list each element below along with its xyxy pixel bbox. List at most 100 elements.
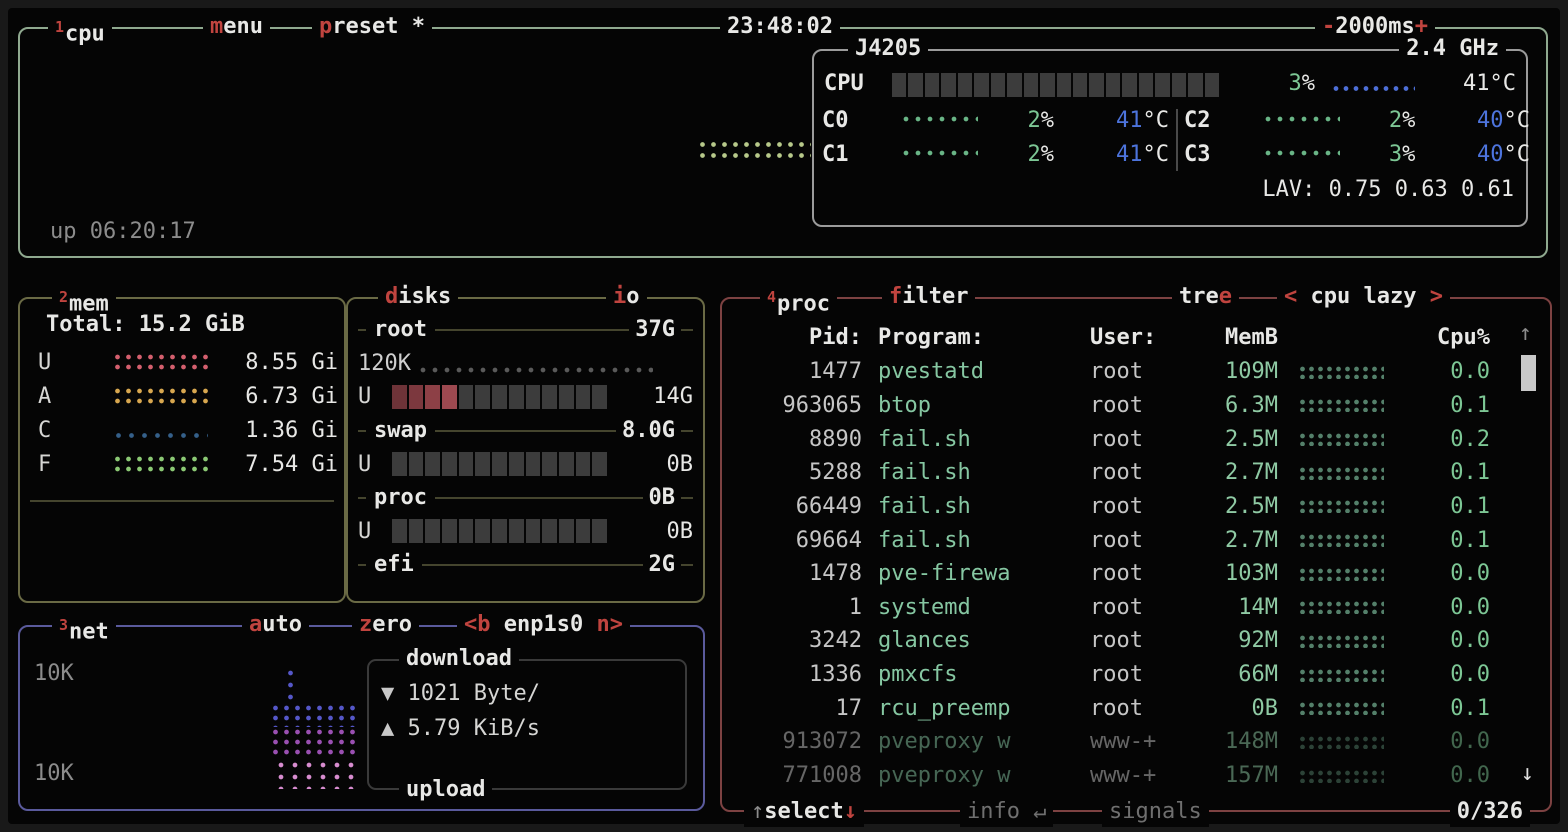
proc-select-control[interactable]: ↑select↓ bbox=[744, 797, 864, 827]
scroll-up-icon[interactable]: ↑ bbox=[1519, 321, 1532, 346]
process-row[interactable]: 5288fail.shroot2.7M0.1 bbox=[722, 456, 1550, 490]
interval-decrease-button[interactable]: - bbox=[1322, 14, 1335, 39]
disk-section-header: proc0B bbox=[358, 481, 693, 515]
meter-block bbox=[392, 452, 407, 476]
net-rates-box: download upload ▼ 1021 Byte/ ▲ 5.79 KiB/… bbox=[367, 659, 687, 790]
cpu-box-title[interactable]: 1cpu bbox=[48, 12, 112, 49]
col-header-mem[interactable]: MemB bbox=[1198, 325, 1278, 350]
col-header-user[interactable]: User: bbox=[1078, 325, 1198, 350]
col-header-spacer bbox=[1298, 331, 1384, 345]
process-row[interactable]: 17rcu_preemproot0B0.1 bbox=[722, 691, 1550, 725]
process-cpu-graph bbox=[1298, 735, 1384, 749]
process-row[interactable]: 1336pmxcfsroot66M0.0 bbox=[722, 658, 1550, 692]
col-header-pid[interactable]: Pid: bbox=[737, 325, 862, 350]
disk-size: 2G bbox=[643, 552, 682, 577]
process-pid: 3242 bbox=[737, 628, 862, 653]
mem-row-graph bbox=[112, 454, 208, 474]
cpu-temp-graph bbox=[1331, 84, 1415, 94]
net-box: 3net auto zero <b enp1s0 n> 10K 10K down… bbox=[18, 625, 705, 811]
mem-row-value: 8.55 Gi bbox=[208, 350, 344, 375]
process-cpu-pct: 0.0 bbox=[1384, 662, 1490, 687]
process-cpu-pct: 0.0 bbox=[1384, 628, 1490, 653]
net-graph-spike bbox=[285, 667, 297, 705]
meter-block bbox=[576, 385, 591, 409]
col-header-program[interactable]: Program: bbox=[862, 325, 1078, 350]
core-temp: 40°C bbox=[1415, 142, 1530, 167]
process-row[interactable]: 3242glancesroot92M0.0 bbox=[722, 624, 1550, 658]
proc-box-title[interactable]: 4proc bbox=[760, 282, 837, 319]
meter-block bbox=[526, 452, 541, 476]
proc-info-button[interactable]: info ↵ bbox=[960, 797, 1053, 827]
proc-sort-control: < cpu lazy > bbox=[1277, 282, 1450, 312]
cpu-model-label: J4205 bbox=[848, 34, 928, 64]
meter-block bbox=[542, 519, 557, 543]
process-cpu-pct: 0.1 bbox=[1384, 494, 1490, 519]
proc-tree-toggle[interactable]: tree bbox=[1172, 282, 1239, 312]
process-name: pvestatd bbox=[862, 359, 1078, 384]
meter-block bbox=[1073, 73, 1087, 97]
process-cpu-pct: 0.1 bbox=[1384, 696, 1490, 721]
cpu-frequency-label: 2.4 GHz bbox=[1399, 34, 1506, 64]
process-row[interactable]: 963065btoproot6.3M0.1 bbox=[722, 389, 1550, 423]
cpu-core-row: C02%41°C bbox=[822, 103, 1174, 137]
process-pid: 771008 bbox=[737, 763, 862, 788]
disks-box-title[interactable]: disks bbox=[378, 282, 458, 312]
meter-block bbox=[475, 519, 490, 543]
meter-block bbox=[1057, 73, 1071, 97]
mem-row-label: A bbox=[38, 384, 70, 409]
process-pid: 1336 bbox=[737, 662, 862, 687]
cpu-total-label: CPU bbox=[824, 71, 864, 96]
cpu-cores-right-column: C22%40°CC33%40°C bbox=[1184, 103, 1530, 171]
disks-io-toggle[interactable]: io bbox=[606, 282, 647, 312]
select-up-icon[interactable]: ↑ bbox=[751, 799, 764, 824]
cpu-core-row: C12%41°C bbox=[822, 137, 1174, 171]
cpu-cores-left-column: C02%41°CC12%41°C bbox=[822, 103, 1174, 171]
meter-block bbox=[425, 452, 440, 476]
process-user: www-+ bbox=[1078, 729, 1198, 754]
disk-name: root bbox=[366, 317, 435, 342]
proc-signals-button[interactable]: signals bbox=[1102, 797, 1209, 827]
meter-block bbox=[1106, 73, 1120, 97]
cpu-box: 1cpu menu preset * 23:48:02 -2000ms+ up … bbox=[18, 27, 1548, 258]
sort-prev-button[interactable]: < bbox=[1284, 284, 1297, 309]
proc-box-hotkey: 4 bbox=[767, 288, 776, 306]
leader-line bbox=[435, 497, 643, 499]
process-cpu-pct: 0.1 bbox=[1384, 393, 1490, 418]
disk-used-value: 14G bbox=[607, 384, 693, 409]
enter-key-icon: ↵ bbox=[1033, 799, 1046, 824]
menu-button[interactable]: menu bbox=[203, 12, 270, 42]
meter-block bbox=[509, 519, 524, 543]
process-row[interactable]: 8890fail.shroot2.5M0.2 bbox=[722, 422, 1550, 456]
mem-row-value: 1.36 Gi bbox=[208, 418, 344, 443]
proc-filter-button[interactable]: filter bbox=[882, 282, 975, 312]
net-zero-toggle[interactable]: zero bbox=[352, 610, 419, 640]
disk-io-row: 120K bbox=[358, 347, 693, 381]
process-row[interactable]: 1478pve-firewaroot103M0.0 bbox=[722, 557, 1550, 591]
process-mem: 2.5M bbox=[1198, 427, 1278, 452]
mem-row-value: 6.73 Gi bbox=[208, 384, 344, 409]
process-row[interactable]: 69664fail.shroot2.7M0.1 bbox=[722, 523, 1550, 557]
preset-button[interactable]: preset * bbox=[312, 12, 432, 42]
meter-block bbox=[409, 519, 424, 543]
net-auto-toggle[interactable]: auto bbox=[242, 610, 309, 640]
process-row[interactable]: 66449fail.shroot2.5M0.1 bbox=[722, 490, 1550, 524]
process-row[interactable]: 1477pvestatdroot109M0.0 bbox=[722, 355, 1550, 389]
net-box-title[interactable]: 3net bbox=[52, 610, 116, 647]
sort-next-button[interactable]: > bbox=[1430, 284, 1443, 309]
meter-block bbox=[592, 519, 607, 543]
process-row[interactable]: 771008pveproxy wwww-+157M0.0 bbox=[722, 759, 1550, 793]
process-row[interactable]: 1systemdroot14M0.0 bbox=[722, 590, 1550, 624]
net-next-iface-button[interactable]: n> bbox=[596, 612, 623, 637]
meter-block bbox=[392, 519, 407, 543]
cpu-core-row: C33%40°C bbox=[1184, 137, 1530, 171]
net-prev-iface-button[interactable]: <b bbox=[464, 612, 491, 637]
process-mem: 66M bbox=[1198, 662, 1278, 687]
col-header-cpu[interactable]: Cpu% bbox=[1384, 325, 1490, 350]
download-arrow-icon: ▼ bbox=[381, 681, 394, 706]
leader-line bbox=[358, 329, 366, 331]
process-row[interactable]: 913072pveproxy wwww-+148M0.0 bbox=[722, 725, 1550, 759]
process-pid: 1477 bbox=[737, 359, 862, 384]
upload-arrow-icon: ▲ bbox=[381, 716, 394, 741]
core-temp: 41°C bbox=[1054, 108, 1169, 133]
select-down-icon[interactable]: ↓ bbox=[844, 799, 857, 824]
